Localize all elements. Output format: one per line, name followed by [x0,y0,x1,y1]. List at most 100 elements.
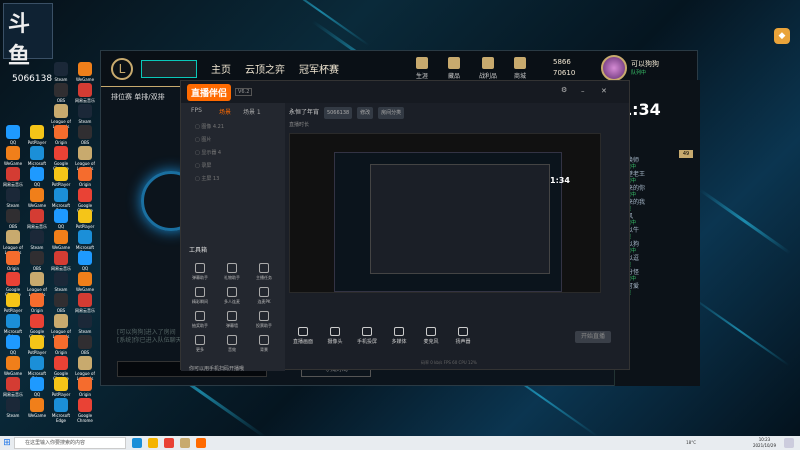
tool-button[interactable]: 更多 [187,335,213,353]
scene-list: ▢ 图像 4.21 ▢ 图片 ▢ 显示器 4 ▢ 录屏 ▢ 主屏 13 [181,117,224,182]
tool-button[interactable]: 连麦PK [251,287,277,305]
source-button[interactable]: 多媒体 [385,319,413,359]
lol-taskbar-icon[interactable] [180,438,190,448]
tool-icon [195,263,205,273]
app-icon [78,335,92,349]
player-status: 队列中 [631,70,647,76]
category-button[interactable]: 房间分类 [378,107,405,119]
nav-home[interactable]: 主页 [211,61,231,76]
app-icon [54,125,68,139]
app-icon [6,398,20,412]
edge-taskbar-icon[interactable] [132,438,142,448]
lol-logo-icon: L [111,57,133,80]
scene-item[interactable]: ▢ 录屏 [181,156,224,169]
app-icon [30,314,44,328]
app-icon [78,272,92,286]
app-icon [54,398,68,412]
desktop-icon[interactable]: Microsoft Edge [49,398,73,423]
friend-status: 游戏中 [621,178,700,185]
nav-loot[interactable]: 战利品 [473,57,503,80]
stream-app-header: 直播伴侣 V6.2 ✕ – ⚙ [181,81,629,103]
tool-button[interactable]: 投票助手 [251,311,277,329]
tool-icon [227,335,237,345]
play-button[interactable] [141,59,197,78]
tool-button[interactable]: 精彩瞬间 [187,287,213,305]
friend-status: 在线 [621,234,700,241]
settings-icon[interactable]: ⚙ [561,86,567,94]
friend-status: 在线 [621,206,700,213]
chrome-taskbar-icon[interactable] [164,438,174,448]
friend-name: 可以逗 [621,255,640,262]
friend-status: 游戏中 [621,192,700,199]
taskbar-search-input[interactable]: 在这里输入你要搜索的内容 [14,437,126,449]
source-button[interactable]: 手机投屏 [353,319,381,359]
tool-label: 主播任务 [256,275,272,280]
preview-clock: 1:34 [550,176,570,185]
scene-item[interactable]: ▢ 图像 4.21 [181,117,224,130]
mobile-live-tip[interactable]: 你可以用手机扫码开播哦 [189,365,244,372]
app-icon [54,377,68,391]
app-icon [78,62,92,76]
desktop-icon-label: Google Chrome [77,413,93,423]
scene-item[interactable]: ▢ 显示器 4 [181,143,224,156]
minimize-icon[interactable]: – [581,87,585,95]
tool-button[interactable]: 弹幕助手 [187,263,213,281]
explorer-taskbar-icon[interactable] [148,438,158,448]
edit-button[interactable]: 修改 [357,107,374,119]
friend-name: 可以狗 [621,241,640,248]
tool-icon [195,335,205,345]
tool-button[interactable]: 主播任务 [251,263,277,281]
tool-button[interactable]: 多人连麦 [219,287,245,305]
close-icon[interactable]: ✕ [601,87,607,95]
source-button[interactable]: 扬声器 [449,319,477,359]
tab-scene[interactable]: 场景 [219,107,231,116]
source-label: 直播画面 [292,339,313,345]
app-icon [30,377,44,391]
scene-item[interactable]: ▢ 主屏 13 [181,169,224,182]
chat-log: [可以狗狗]进入了房间 [系统]你已进入队伍聊天 [117,329,182,344]
tab-fps[interactable]: FPS [191,107,202,114]
source-label: 摄像头 [327,339,343,345]
source-button[interactable]: 直播画面 [289,319,317,359]
nav-collection[interactable]: 藏品 [439,57,469,80]
notification-icon[interactable] [784,438,794,448]
loot-icon [482,57,494,69]
source-button[interactable]: 麦克风 [417,319,445,359]
nav-profile[interactable]: 生涯 [407,57,437,80]
tool-button[interactable]: 抽奖助手 [187,311,213,329]
desktop-icon[interactable]: Google Chrome [73,398,97,423]
floating-tool-icon[interactable]: ◆ [774,28,790,44]
app-icon [54,293,68,307]
tool-icon [227,287,237,297]
desktop-icon[interactable]: Steam [1,398,25,423]
tool-label: 背景 [260,347,268,352]
room-id: 5066138 [323,107,353,119]
scene-item[interactable]: ▢ 图片 [181,130,224,143]
tool-button[interactable]: 背景 [251,335,277,353]
nav-tft[interactable]: 云顶之弈 [245,61,285,76]
friend-status: 在线 [621,262,700,269]
tool-button[interactable]: 礼物助手 [219,263,245,281]
source-button[interactable]: 摄像头 [321,319,349,359]
nav-clash[interactable]: 冠军杯赛 [299,61,339,76]
source-icon [426,327,436,336]
app-icon [6,230,20,244]
douyu-taskbar-icon[interactable] [196,438,206,448]
tool-button[interactable]: 弹幕墙 [219,311,245,329]
taskbar-clock[interactable]: 10:23 2021/10/29 [753,437,776,449]
desktop-icon[interactable]: WeGame [25,398,49,423]
nav-store[interactable]: 商城 [505,57,535,80]
wallpaper-streak [699,188,791,255]
windows-start-icon[interactable]: ⊞ [0,436,14,450]
app-icon [54,104,68,118]
tool-button[interactable]: 音效 [219,335,245,353]
app-icon [6,146,20,160]
wallpaper-streak [690,295,790,367]
avatar[interactable] [601,55,627,81]
app-icon [78,314,92,328]
start-live-button[interactable]: 开始直播 [575,331,611,343]
room-number: 5066138 [12,74,53,84]
app-icon [30,272,44,286]
tab-scene-1[interactable]: 场景 1 [243,107,261,116]
app-icon [6,125,20,139]
